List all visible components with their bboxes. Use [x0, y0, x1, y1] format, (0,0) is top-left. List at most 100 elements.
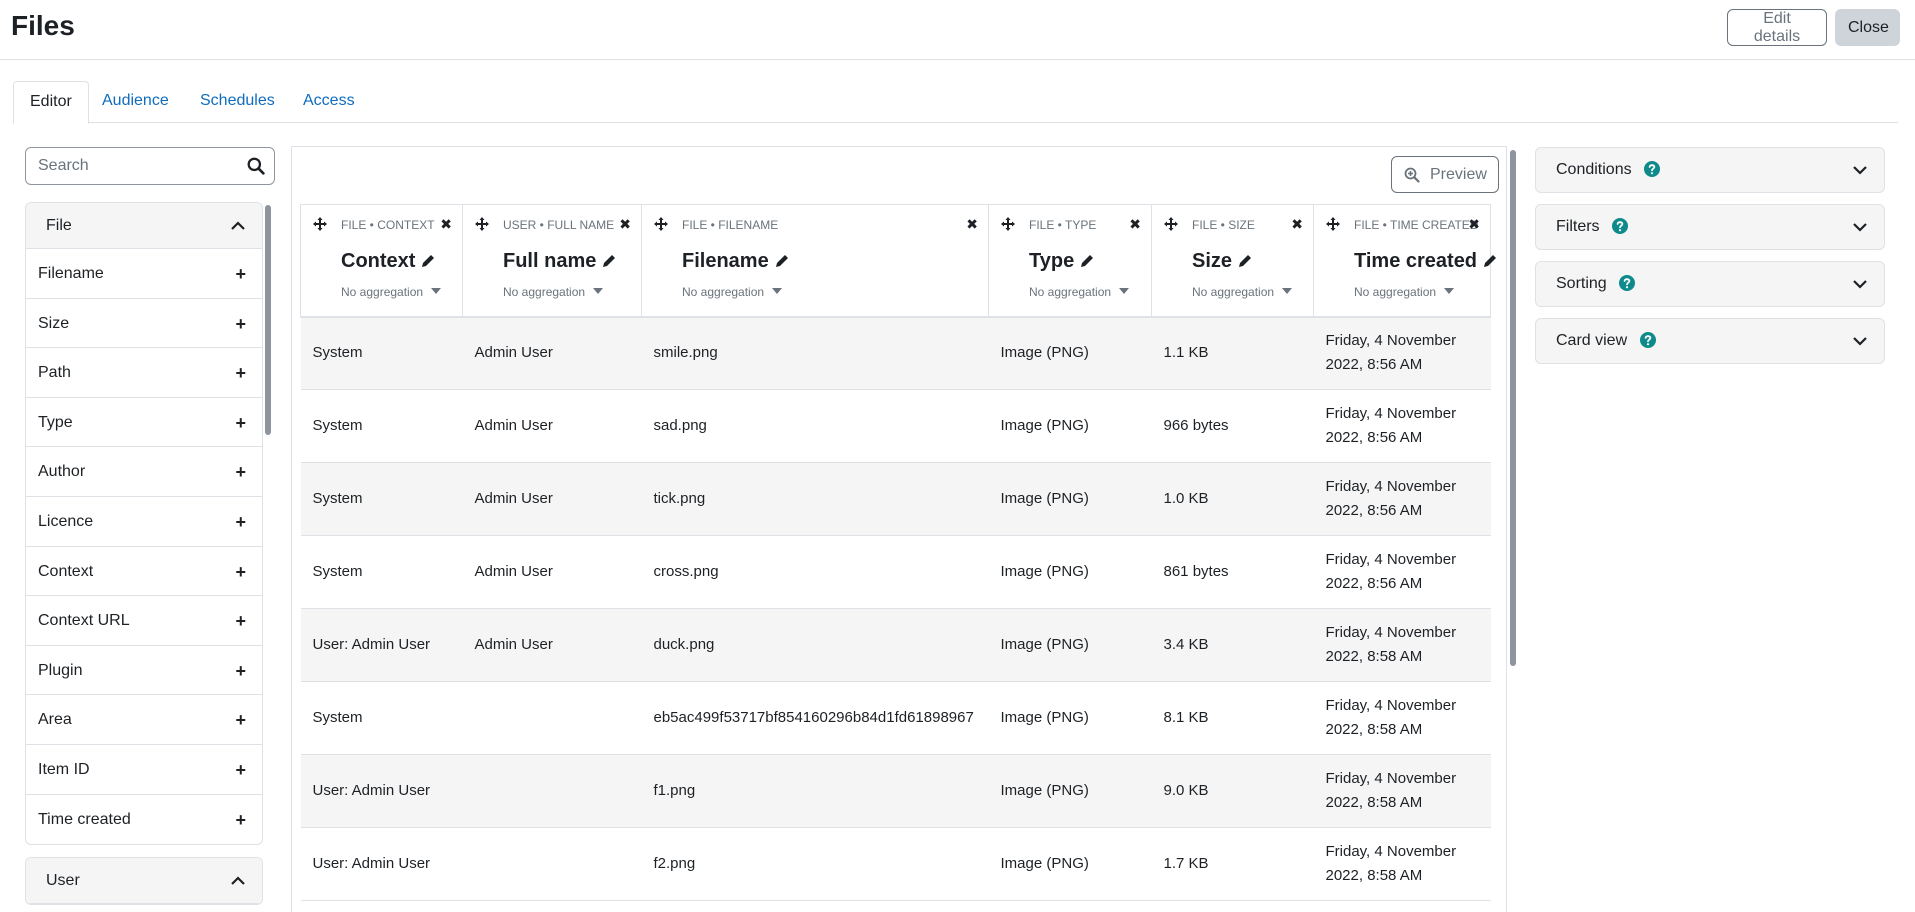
table-cell — [462, 754, 642, 828]
plus-icon: + — [235, 611, 246, 632]
sidebar-item-filename[interactable]: Filename + — [26, 249, 262, 299]
preview-label: Preview — [1430, 165, 1487, 183]
table-cell: 8.1 KB — [1151, 681, 1314, 755]
table-row: User: Admin User f1.png Image (PNG) 9.0 … — [300, 754, 1491, 828]
table-row: System Admin User cross.png Image (PNG) … — [300, 535, 1491, 609]
question-circle-icon[interactable] — [1612, 218, 1629, 234]
table-cell: cross.png — [641, 535, 989, 609]
close-button[interactable]: Close — [1835, 9, 1900, 46]
question-circle-icon[interactable] — [1644, 161, 1661, 177]
sidebar-item-plugin[interactable]: Plugin + — [26, 646, 262, 696]
aggregation-label: No aggregation — [682, 285, 765, 299]
table-cell: System — [300, 535, 463, 609]
table-cell: Image (PNG) — [988, 316, 1152, 390]
question-circle-icon[interactable] — [1639, 332, 1656, 348]
plus-icon: + — [235, 759, 246, 780]
sidebar-group-user-header[interactable]: User — [26, 858, 262, 905]
sidebar-group-file: File Filename + Size + Path + Type + Author +… — [25, 202, 263, 846]
tab-editor[interactable]: Editor — [13, 81, 89, 124]
aggregation-dropdown[interactable]: No aggregation — [1354, 285, 1455, 299]
plus-icon: + — [235, 264, 246, 284]
column-title[interactable]: Full name — [503, 250, 616, 273]
panel-card-view[interactable]: Card view — [1535, 318, 1885, 364]
question-circle-icon[interactable] — [1619, 275, 1636, 291]
move-icon[interactable] — [313, 217, 327, 231]
panel-title: Conditions — [1556, 161, 1632, 178]
column-title[interactable]: Time created — [1354, 250, 1497, 273]
table-cell: 9.0 KB — [1151, 754, 1314, 828]
remove-icon[interactable]: ✖ — [966, 216, 978, 233]
move-icon[interactable] — [1164, 217, 1178, 231]
sidebar-item-type[interactable]: Type + — [26, 398, 262, 448]
column-title[interactable]: Type — [1029, 250, 1094, 273]
caret-down-icon — [1282, 288, 1293, 294]
sidebar-item-size[interactable]: Size + — [26, 299, 262, 349]
table-cell: f1.png — [641, 754, 989, 828]
move-icon[interactable] — [1001, 217, 1015, 231]
aggregation-dropdown[interactable]: No aggregation — [341, 285, 442, 299]
sidebar-item-path[interactable]: Path + — [26, 348, 262, 398]
table-cell: Admin User — [462, 608, 642, 682]
plus-icon: + — [235, 313, 246, 334]
table-cell: smile.png — [641, 316, 989, 390]
aggregation-dropdown[interactable]: No aggregation — [503, 285, 604, 299]
sidebar-scrollbar[interactable] — [265, 205, 271, 435]
remove-icon[interactable]: ✖ — [619, 216, 631, 233]
table-cell: tick.png — [641, 462, 989, 536]
remove-icon[interactable]: ✖ — [1468, 216, 1480, 233]
plus-icon: + — [235, 710, 246, 731]
aggregation-dropdown[interactable]: No aggregation — [1192, 285, 1293, 299]
plus-icon: + — [235, 511, 246, 532]
table-cell: User: Admin User — [300, 754, 463, 828]
caret-down-icon — [1119, 288, 1130, 294]
table-cell: System — [300, 316, 463, 390]
search-input[interactable] — [26, 148, 236, 184]
column-title[interactable]: Filename — [682, 250, 789, 273]
table-cell: 861 bytes — [1151, 535, 1314, 609]
aggregation-dropdown[interactable]: No aggregation — [1029, 285, 1130, 299]
sidebar-group-file-header[interactable]: File — [26, 203, 262, 249]
plus-icon: + — [235, 660, 246, 681]
table-cell: Friday, 4 November 2022, 8:56 AM — [1313, 462, 1491, 536]
table-cell: Friday, 4 November 2022, 8:56 AM — [1313, 316, 1491, 390]
sidebar-item-item-id[interactable]: Item ID + — [26, 745, 262, 795]
move-icon[interactable] — [475, 217, 489, 231]
panel-filters[interactable]: Filters — [1535, 204, 1885, 250]
column-title[interactable]: Context — [341, 250, 435, 273]
edit-details-button[interactable]: Edit details — [1727, 9, 1827, 46]
remove-icon[interactable]: ✖ — [1291, 216, 1303, 233]
tab-access[interactable]: Access — [287, 81, 371, 123]
sidebar-item-context-url[interactable]: Context URL + — [26, 596, 262, 646]
move-icon[interactable] — [1326, 217, 1340, 231]
chevron-down-icon — [1853, 337, 1867, 346]
aggregation-label: No aggregation — [341, 285, 424, 299]
remove-icon[interactable]: ✖ — [440, 216, 452, 233]
table-cell: Admin User — [462, 535, 642, 609]
aggregation-label: No aggregation — [1192, 285, 1275, 299]
move-icon[interactable] — [654, 217, 668, 231]
aggregation-dropdown[interactable]: No aggregation — [682, 285, 783, 299]
chevron-down-icon — [1853, 223, 1867, 232]
caret-down-icon — [593, 288, 604, 294]
main-scrollbar[interactable] — [1510, 150, 1516, 666]
sidebar-item-context[interactable]: Context + — [26, 547, 262, 597]
sidebar-item-author[interactable]: Author + — [26, 447, 262, 497]
panel-conditions[interactable]: Conditions — [1535, 147, 1885, 193]
panel-title: Filters — [1556, 218, 1600, 235]
preview-button[interactable]: Preview — [1391, 156, 1499, 193]
table-cell: System — [300, 389, 463, 463]
panel-sorting[interactable]: Sorting — [1535, 261, 1885, 307]
table-cell: Image (PNG) — [988, 389, 1152, 463]
pencil-icon — [775, 255, 788, 267]
sidebar-item-licence[interactable]: Licence + — [26, 497, 262, 547]
remove-icon[interactable]: ✖ — [1129, 216, 1141, 233]
sidebar-item-label: Plugin — [38, 661, 83, 679]
column-title[interactable]: Size — [1192, 250, 1252, 273]
sidebar-item-area[interactable]: Area + — [26, 695, 262, 745]
tab-schedules[interactable]: Schedules — [184, 81, 291, 123]
tab-audience[interactable]: Audience — [86, 81, 185, 123]
search-icon[interactable] — [247, 157, 265, 175]
table-cell: System — [300, 681, 463, 755]
table-row: System eb5ac499f53717bf854160296b84d1fd6… — [300, 681, 1491, 755]
sidebar-item-time-created[interactable]: Time created + — [26, 795, 262, 845]
